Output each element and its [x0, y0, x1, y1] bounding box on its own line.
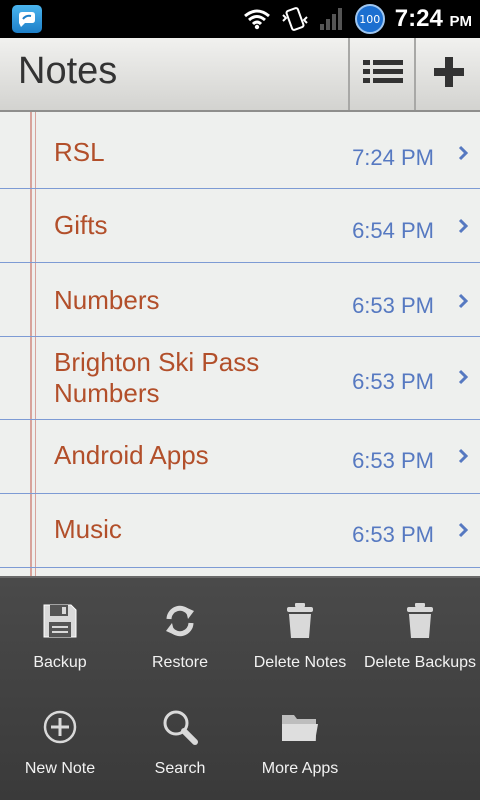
chevron-right-icon	[458, 293, 469, 313]
status-clock: 7:24 PM	[395, 5, 472, 33]
vibrate-icon	[281, 6, 309, 32]
note-time: 6:53 PM	[352, 293, 434, 318]
menu-item-label: More Apps	[261, 760, 339, 777]
note-time: 6:53 PM	[352, 448, 434, 473]
menu-item-label: Restore	[151, 654, 209, 671]
note-row[interactable]: Brighton Ski Pass Numbers 6:53 PM	[0, 337, 480, 420]
chevron-right-icon	[458, 369, 469, 389]
note-row[interactable]: Gifts 6:54 PM	[0, 189, 480, 263]
note-title: Brighton Ski Pass Numbers	[54, 347, 260, 408]
note-time: 6:54 PM	[352, 218, 434, 243]
menu-item-label: Delete Notes	[253, 654, 347, 671]
menu-item-label: Backup	[33, 654, 87, 671]
app-notification-icon	[12, 5, 42, 33]
chevron-right-icon	[458, 448, 469, 468]
title-bar: Notes	[0, 38, 480, 112]
notes-list: RSL 7:24 PM Gifts 6:54 PM Numbers 6:53 P…	[0, 112, 480, 576]
clock-time: 7:24	[394, 5, 443, 32]
menu-item-label: Search	[154, 760, 206, 777]
search-icon	[161, 706, 199, 748]
wifi-icon	[243, 8, 271, 30]
menu-item-label: New Note	[24, 760, 96, 777]
list-view-button[interactable]	[348, 38, 416, 110]
note-row[interactable]: Music 6:53 PM	[0, 494, 480, 568]
chevron-right-icon	[458, 218, 469, 238]
chevron-right-icon	[458, 145, 469, 165]
menu-item-backup[interactable]: Backup	[0, 578, 120, 684]
add-circle-icon	[41, 706, 79, 748]
list-icon	[363, 59, 403, 89]
options-menu: Backup Restore Delete Notes Delete Backu…	[0, 576, 480, 800]
note-title: Numbers	[54, 285, 160, 315]
menu-item-new-note[interactable]: New Note	[0, 684, 120, 790]
note-title: Android Apps	[54, 440, 209, 470]
signal-icon	[319, 7, 345, 31]
page-title: Notes	[18, 50, 118, 92]
plus-icon	[434, 57, 464, 91]
note-title: Music	[54, 514, 122, 544]
menu-item-delete-backups[interactable]: Delete Backups	[360, 578, 480, 684]
trash-icon	[403, 600, 437, 642]
note-title: Gifts	[54, 210, 108, 240]
menu-item-label: Delete Backups	[363, 654, 477, 671]
menu-item-delete-notes[interactable]: Delete Notes	[240, 578, 360, 684]
folder-icon	[280, 706, 320, 748]
note-time: 7:24 PM	[352, 145, 434, 170]
status-bar: 100 7:24 PM	[0, 0, 480, 38]
menu-item-search[interactable]: Search	[120, 684, 240, 790]
note-time: 6:53 PM	[352, 369, 434, 394]
floppy-disk-icon	[41, 600, 79, 642]
clock-ampm: PM	[449, 13, 473, 30]
refresh-icon	[161, 600, 199, 642]
note-row[interactable]: Numbers 6:53 PM	[0, 263, 480, 337]
note-row[interactable]: Android Apps 6:53 PM	[0, 420, 480, 494]
chevron-right-icon	[458, 522, 469, 542]
menu-item-restore[interactable]: Restore	[120, 578, 240, 684]
trash-icon	[283, 600, 317, 642]
add-note-button[interactable]	[414, 38, 480, 110]
note-time: 6:53 PM	[352, 522, 434, 547]
menu-item-more-apps[interactable]: More Apps	[240, 684, 360, 790]
battery-icon: 100	[354, 4, 385, 34]
note-title: RSL	[54, 137, 105, 167]
note-row[interactable]: RSL 7:24 PM	[0, 112, 480, 189]
